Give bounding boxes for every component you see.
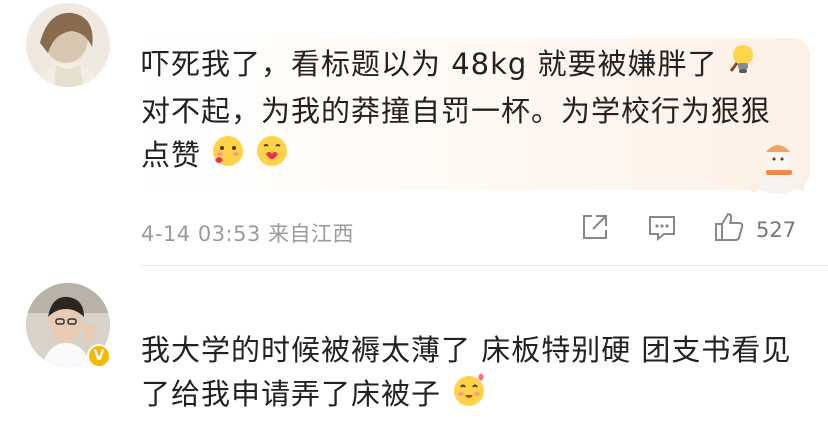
- comment-divider: [141, 265, 828, 266]
- like-count: 527: [756, 218, 797, 242]
- comment1-meta: 4-14 03:53 来自江西: [141, 218, 354, 248]
- comment1-text-part-a: 吓死我了，看标题以为 48kg 就要被嫌胖了: [141, 47, 718, 81]
- share-icon[interactable]: [578, 210, 612, 248]
- blushing-heart-emoji: [211, 134, 245, 180]
- comment-location: 来自江西: [268, 222, 355, 246]
- lightbulb-emoji: [728, 43, 758, 89]
- heart-hug-emoji: [255, 134, 289, 180]
- thumbs-up-icon[interactable]: [712, 210, 746, 248]
- avatar-user1[interactable]: [26, 3, 110, 87]
- comment-timestamp: 4-14 03:53: [141, 222, 261, 246]
- snowman-decoration: [744, 138, 810, 200]
- comment-text-2: 我大学的时候被褥太薄了 床板特别硬 团支书看见了给我申请弄了床被子: [141, 328, 801, 420]
- comment-text-1: 吓死我了，看标题以为 48kg 就要被嫌胖了 对不起，为我的莽撞自罚一杯。为学校…: [141, 42, 791, 180]
- happy-face-emoji: [451, 372, 487, 420]
- verified-badge-icon: V: [87, 344, 111, 368]
- comment-icon[interactable]: [645, 210, 679, 248]
